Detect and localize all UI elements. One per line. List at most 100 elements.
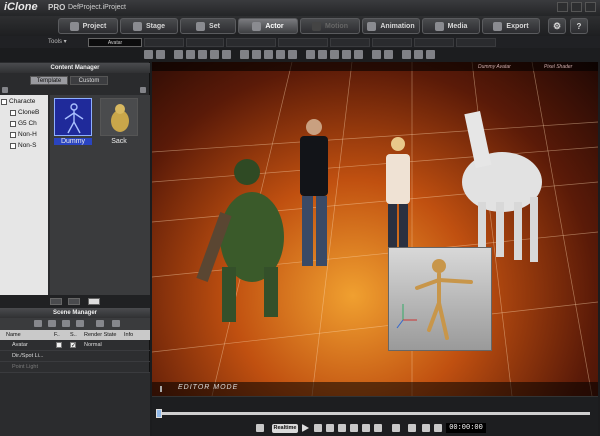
male-character bbox=[300, 119, 328, 266]
select-icon[interactable] bbox=[174, 50, 183, 59]
help-button[interactable]: ? bbox=[570, 18, 588, 34]
scene-row[interactable]: Avatar ✓ Normal bbox=[0, 340, 150, 351]
tab-custom[interactable]: Custom bbox=[70, 76, 108, 85]
rewind-icon[interactable] bbox=[326, 424, 334, 432]
set-icon bbox=[196, 21, 206, 31]
settings-icon[interactable] bbox=[434, 424, 442, 432]
zoom-icon[interactable] bbox=[276, 50, 285, 59]
view-mode-icon[interactable] bbox=[140, 87, 146, 93]
realtime-button[interactable]: Realtime bbox=[272, 424, 298, 433]
scene-tool-icon[interactable] bbox=[48, 320, 56, 327]
preview-icon[interactable] bbox=[414, 50, 423, 59]
subtab-disabled-6[interactable] bbox=[372, 38, 412, 47]
column-header[interactable]: F.. bbox=[54, 332, 60, 338]
maximize-button[interactable] bbox=[571, 2, 582, 12]
timeline-slider-handle[interactable] bbox=[156, 409, 162, 418]
view-side-icon[interactable] bbox=[342, 50, 351, 59]
content-tree: Characte CloneB G5 Ch Non-H Non-S bbox=[0, 95, 48, 295]
scene-tool-icon[interactable] bbox=[96, 320, 104, 327]
close-button[interactable] bbox=[585, 2, 596, 12]
thumbnail-sack[interactable] bbox=[100, 98, 138, 136]
scene-tool-icon[interactable] bbox=[76, 320, 84, 327]
tab-label: Project bbox=[82, 22, 107, 30]
freeze-checkbox[interactable] bbox=[56, 342, 62, 348]
view-front-icon[interactable] bbox=[330, 50, 339, 59]
show-checkbox[interactable]: ✓ bbox=[70, 342, 76, 349]
minimize-button[interactable] bbox=[557, 2, 568, 12]
timeline-slider[interactable] bbox=[160, 412, 590, 415]
apply-button[interactable] bbox=[88, 298, 100, 305]
stage-icon bbox=[132, 21, 142, 31]
column-header[interactable]: S.. bbox=[70, 332, 77, 338]
tab-export[interactable]: Export bbox=[482, 18, 540, 34]
grid-icon[interactable] bbox=[318, 50, 327, 59]
play-icon[interactable] bbox=[302, 424, 309, 432]
fast-forward-icon[interactable] bbox=[362, 424, 370, 432]
subtab-disabled-4[interactable] bbox=[278, 38, 328, 47]
tab-template[interactable]: Template bbox=[30, 76, 68, 85]
thumbnail-dummy[interactable] bbox=[54, 98, 92, 136]
scale-icon[interactable] bbox=[210, 50, 219, 59]
thumbnail-label: Dummy bbox=[54, 138, 92, 145]
scene-tool-icon[interactable] bbox=[34, 320, 42, 327]
pan-icon[interactable] bbox=[252, 50, 261, 59]
align-icon[interactable] bbox=[222, 50, 231, 59]
redo-icon[interactable] bbox=[156, 50, 165, 59]
record-icon[interactable] bbox=[374, 424, 382, 432]
tab-motion[interactable]: Motion bbox=[300, 18, 360, 34]
orbit-icon[interactable] bbox=[264, 50, 273, 59]
prev-button[interactable] bbox=[50, 298, 62, 305]
subtab-disabled-7[interactable] bbox=[414, 38, 454, 47]
subtab-avatar[interactable]: Avatar bbox=[88, 38, 142, 47]
subtab-disabled-2[interactable] bbox=[186, 38, 224, 47]
subtab-disabled-8[interactable] bbox=[456, 38, 496, 47]
loop-icon[interactable] bbox=[256, 424, 264, 432]
tab-animation[interactable]: Animation bbox=[362, 18, 420, 34]
column-header[interactable]: Name bbox=[6, 332, 21, 338]
subtab-disabled-5[interactable] bbox=[330, 38, 370, 47]
3d-viewport[interactable] bbox=[152, 62, 598, 396]
add-button[interactable] bbox=[68, 298, 80, 305]
capture-icon[interactable] bbox=[408, 424, 416, 432]
settings-button[interactable]: ⚙ bbox=[548, 18, 566, 34]
step-back-icon[interactable] bbox=[338, 424, 346, 432]
flag-icon[interactable] bbox=[426, 50, 435, 59]
render-icon[interactable] bbox=[402, 50, 411, 59]
link-icon[interactable] bbox=[372, 50, 381, 59]
subtab-disabled-3[interactable] bbox=[226, 38, 276, 47]
move-camera-icon[interactable] bbox=[240, 50, 249, 59]
scene-tool-icon[interactable] bbox=[112, 320, 120, 327]
tree-item[interactable]: Characte bbox=[1, 98, 35, 105]
tree-item[interactable]: G5 Ch bbox=[10, 120, 37, 127]
folder-icon[interactable] bbox=[2, 87, 8, 93]
app-logo: iClone bbox=[4, 1, 38, 13]
view-top-icon[interactable] bbox=[354, 50, 363, 59]
camera-icon[interactable] bbox=[306, 50, 315, 59]
frame-icon[interactable] bbox=[422, 424, 430, 432]
move-icon[interactable] bbox=[186, 50, 195, 59]
snap-icon[interactable] bbox=[384, 50, 393, 59]
tree-item[interactable]: CloneB bbox=[10, 109, 39, 116]
column-header[interactable]: Render State bbox=[84, 332, 116, 338]
tab-set[interactable]: Set bbox=[180, 18, 236, 34]
timeline-view-icon[interactable] bbox=[392, 424, 400, 432]
tools-dropdown[interactable]: Tools ▾ bbox=[48, 38, 67, 45]
tab-actor[interactable]: Actor bbox=[238, 18, 298, 34]
scene-row[interactable]: Point Light bbox=[0, 362, 150, 373]
undo-icon[interactable] bbox=[144, 50, 153, 59]
fit-icon[interactable] bbox=[288, 50, 297, 59]
rotate-icon[interactable] bbox=[198, 50, 207, 59]
stop-icon[interactable] bbox=[314, 424, 322, 432]
subtab-disabled-1[interactable] bbox=[144, 38, 184, 47]
content-manager-title: Content Manager bbox=[0, 63, 150, 73]
tab-stage[interactable]: Stage bbox=[120, 18, 178, 34]
tab-project[interactable]: Project bbox=[58, 18, 118, 34]
tab-media[interactable]: Media bbox=[422, 18, 480, 34]
tree-item[interactable]: Non-S bbox=[10, 142, 36, 149]
scene-tool-icon[interactable] bbox=[62, 320, 70, 327]
tree-item[interactable]: Non-H bbox=[10, 131, 37, 138]
scene-row[interactable]: Dir./Spot Li... bbox=[0, 351, 150, 362]
step-forward-icon[interactable] bbox=[350, 424, 358, 432]
column-header[interactable]: Info bbox=[124, 332, 133, 338]
tab-label: Actor bbox=[265, 22, 284, 30]
